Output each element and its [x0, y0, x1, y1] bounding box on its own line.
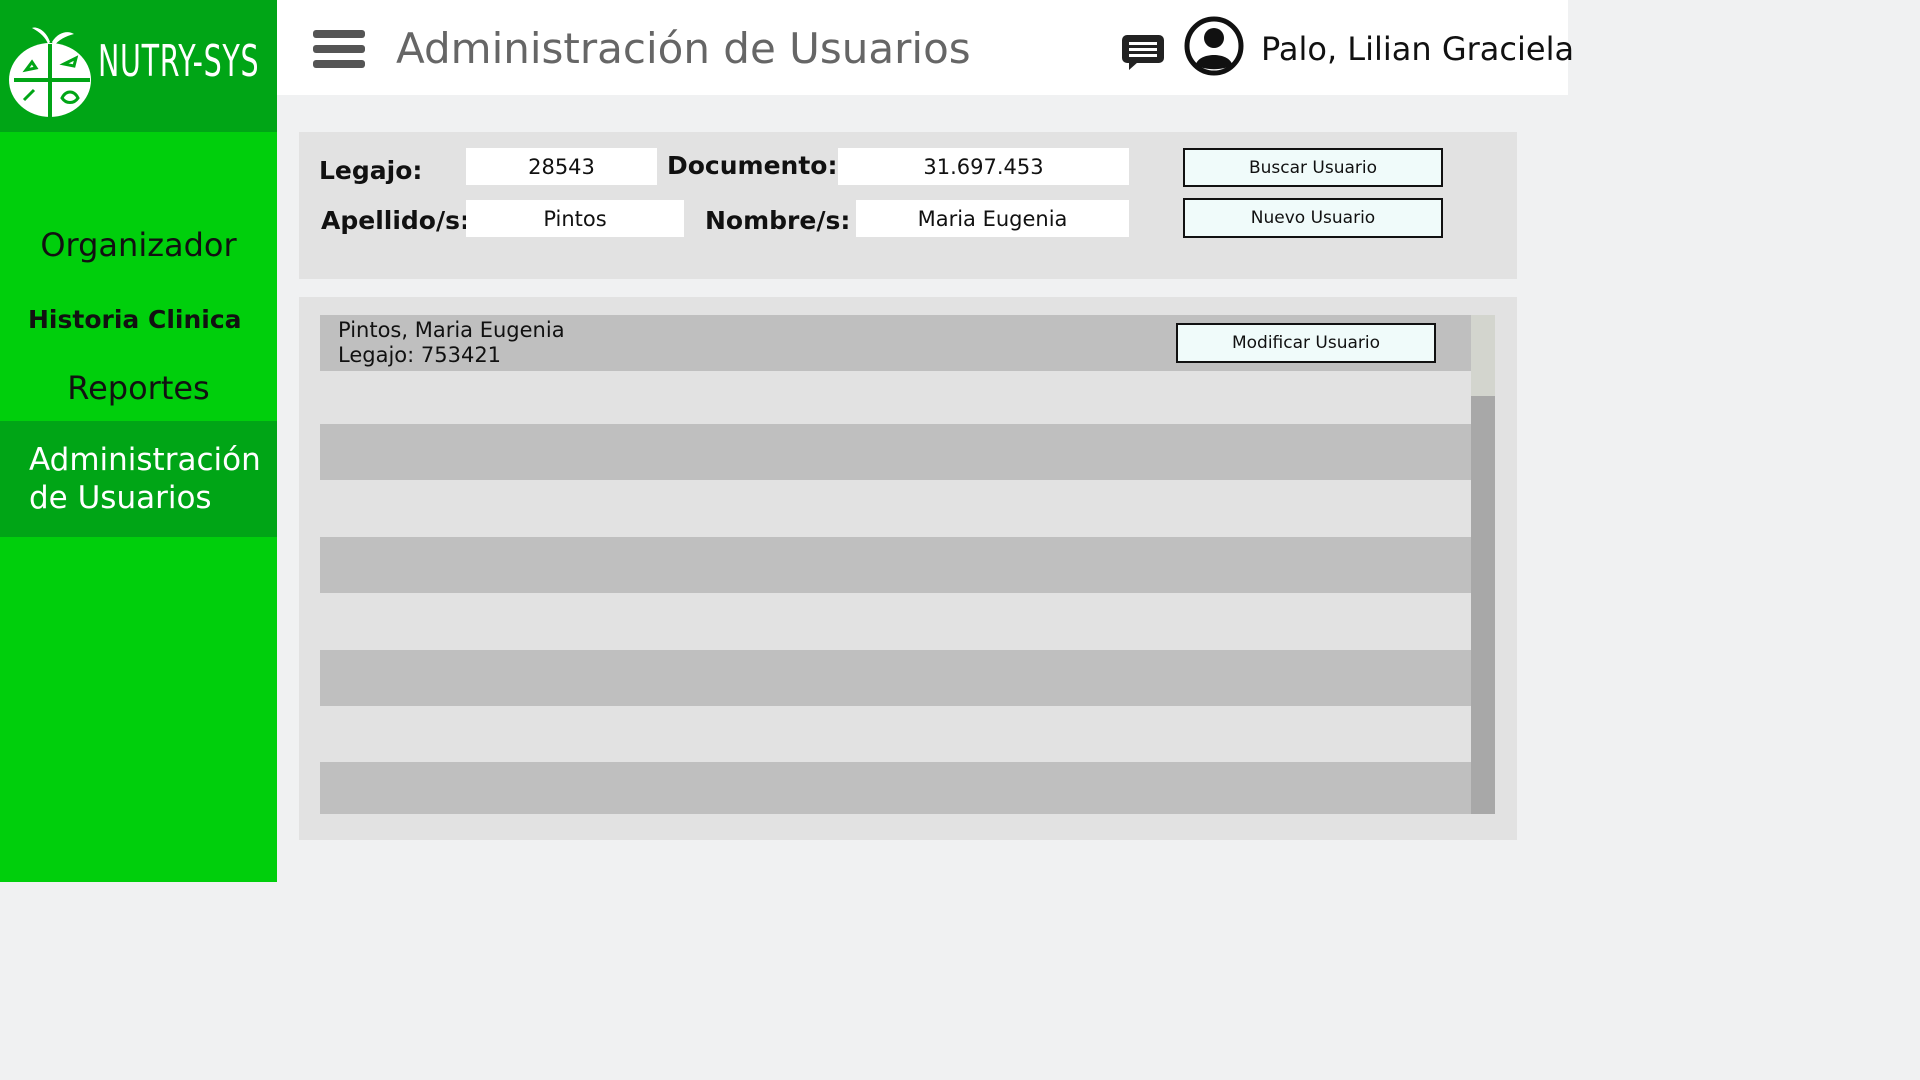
- user-name[interactable]: Palo, Lilian Graciela: [1261, 30, 1574, 68]
- legajo-input[interactable]: [466, 148, 657, 185]
- scrollbar-thumb[interactable]: [1471, 315, 1495, 396]
- sidebar-item-historia-clinica[interactable]: Historia Clinica: [28, 305, 242, 334]
- page-title: Administración de Usuarios: [396, 24, 971, 73]
- user-full-name: Pintos, Maria Eugenia: [338, 318, 565, 342]
- table-row-empty: [320, 593, 1471, 650]
- table-row-empty: [320, 762, 1471, 814]
- nombre-label: Nombre/s:: [705, 206, 851, 235]
- apple-logo-icon: [9, 27, 91, 117]
- app-logo-text: NUTRY-SYS: [98, 36, 260, 87]
- legajo-label: Legajo:: [319, 156, 423, 185]
- user-legajo: Legajo: 753421: [338, 343, 502, 367]
- modificar-usuario-button[interactable]: Modificar Usuario: [1176, 323, 1436, 363]
- table-row-empty: [320, 537, 1471, 593]
- apellido-label: Apellido/s:: [321, 206, 470, 235]
- documento-label: Documento:: [667, 151, 838, 180]
- nombre-input[interactable]: [856, 200, 1129, 237]
- hamburger-menu-icon[interactable]: [313, 30, 365, 70]
- sidebar-item-administracion-usuarios[interactable]: Administración de Usuarios: [0, 421, 277, 537]
- user-avatar-icon[interactable]: [1184, 16, 1244, 76]
- sidebar-item-label: Administración de Usuarios: [29, 442, 261, 516]
- table-row-empty: [320, 424, 1471, 480]
- chat-icon[interactable]: [1121, 33, 1165, 71]
- buscar-usuario-button[interactable]: Buscar Usuario: [1183, 148, 1443, 187]
- table-row-empty: [320, 706, 1471, 762]
- table-row-empty: [320, 480, 1471, 537]
- table-row-empty: [320, 371, 1471, 424]
- logo-area: NUTRY-SYS: [0, 0, 277, 132]
- sidebar-item-organizador[interactable]: Organizador: [0, 226, 277, 264]
- table-row-empty: [320, 650, 1471, 706]
- sidebar: NUTRY-SYS Organizador Historia Clinica R…: [0, 0, 277, 882]
- apellido-input[interactable]: [466, 200, 684, 237]
- sidebar-item-reportes[interactable]: Reportes: [0, 369, 277, 407]
- nuevo-usuario-button[interactable]: Nuevo Usuario: [1183, 198, 1443, 238]
- documento-input[interactable]: [838, 148, 1129, 185]
